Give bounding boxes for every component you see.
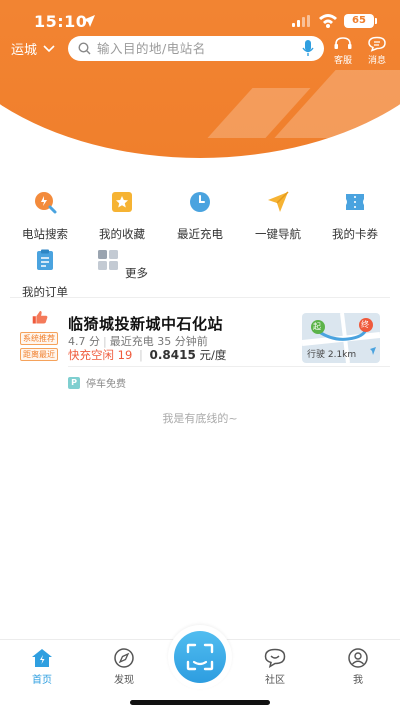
route-map-thumbnail[interactable]: 起 终 行驶 2.1km [302, 313, 380, 363]
quick-more[interactable]: 更多 [87, 248, 157, 281]
messages-label: 消息 [367, 56, 386, 66]
coupon-ticket-icon [346, 194, 364, 210]
station-card[interactable]: 系统推荐 距离最近 临猗城投新城中石化站 4.7 分 | 最近充电 35 分钟前 快… [0, 300, 400, 392]
map-end-label: 终 [361, 320, 369, 329]
city-name: 运城 [11, 43, 38, 58]
price-value: 0.8415 [149, 348, 196, 362]
tab-discover[interactable]: 发现 [104, 648, 144, 686]
location-arrow-icon [83, 15, 95, 27]
scan-qr-button[interactable] [174, 631, 226, 683]
price-unit: 元/度 [199, 348, 227, 362]
quick-favorites[interactable]: 我的收藏 [87, 190, 157, 242]
microphone-icon[interactable] [302, 40, 314, 57]
search-icon [78, 42, 91, 55]
favorites-star-icon [112, 192, 132, 212]
service-label: 客服 [333, 56, 352, 66]
station-search-icon [35, 192, 57, 214]
status-time: 15:10 [34, 12, 88, 31]
scan-icon [186, 643, 214, 671]
search-input[interactable] [97, 41, 302, 56]
chat-bubble-icon [264, 648, 286, 668]
tag-recommended: 系统推荐 [20, 332, 58, 345]
end-of-list-note: 我是有底线的~ [162, 412, 238, 425]
customer-service-button[interactable]: 客服 [330, 36, 356, 66]
station-name: 临猗城投新城中石化站 [68, 315, 224, 333]
tab-home[interactable]: 首页 [22, 648, 62, 686]
quick-coupons[interactable]: 我的卡券 [320, 190, 390, 242]
order-clipboard-icon [37, 249, 53, 270]
header: 15:10 65 运城 客服 消息 [0, 0, 400, 160]
divider [68, 366, 390, 367]
tab-me[interactable]: 我 [338, 648, 378, 686]
compass-icon [114, 648, 134, 668]
quick-station-search[interactable]: 电站搜索 [10, 190, 80, 242]
navigation-arrow-icon [268, 191, 289, 212]
quick-navigation[interactable]: 一键导航 [243, 190, 313, 242]
city-selector[interactable]: 运城 [11, 39, 55, 58]
fast-charge-idle: 快充空闲 19 [68, 348, 133, 362]
parking-icon: P [68, 376, 80, 389]
wifi-icon [319, 14, 337, 28]
messages-button[interactable]: 消息 [364, 36, 390, 66]
home-icon [32, 649, 52, 667]
cellular-signal-icon [292, 15, 310, 27]
scan-button-wrapper [168, 625, 232, 689]
tab-community[interactable]: 社区 [255, 648, 295, 686]
parking-info: P 停车免费 [68, 375, 126, 390]
tag-nearest: 距离最近 [20, 348, 58, 361]
search-bar[interactable] [68, 36, 324, 61]
quick-orders[interactable]: 我的订单 [10, 248, 80, 300]
parking-text: 停车免费 [86, 379, 126, 390]
home-indicator [130, 700, 270, 705]
grid-more-icon [97, 250, 118, 270]
message-bubble-icon [368, 36, 386, 52]
map-start-label: 起 [313, 322, 321, 331]
battery-indicator: 65 [344, 14, 377, 28]
clock-icon [190, 192, 210, 212]
chevron-down-icon [43, 44, 55, 52]
station-price-row: 快充空闲 19 | 0.8415 元/度 [68, 348, 227, 362]
profile-icon [348, 648, 368, 668]
route-distance: 行驶 2.1km [307, 350, 357, 360]
headset-icon [334, 37, 352, 49]
quick-recent-charging[interactable]: 最近充电 [165, 190, 235, 242]
divider [10, 297, 390, 298]
